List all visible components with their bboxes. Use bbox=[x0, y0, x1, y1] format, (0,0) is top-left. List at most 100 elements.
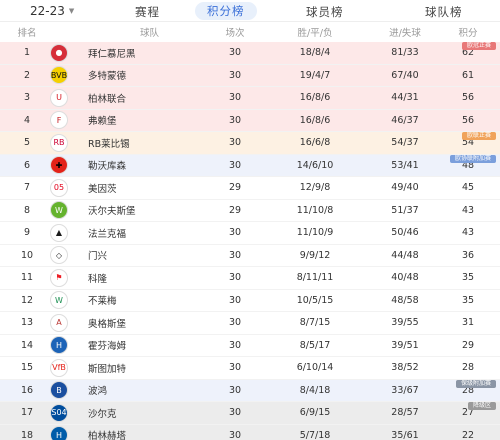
relegation-zone-tag: 降级区 bbox=[467, 402, 496, 410]
points-cell: 43 bbox=[461, 227, 475, 239]
points-cell: 35 bbox=[461, 294, 475, 306]
played-cell: 30 bbox=[228, 272, 242, 284]
mainz-logo-icon: 05 bbox=[50, 178, 68, 197]
team-name: 科隆 bbox=[88, 273, 108, 285]
rank-cell: 5 bbox=[23, 137, 31, 149]
played-cell: 30 bbox=[228, 92, 242, 104]
header-goals: 进/失球 bbox=[389, 28, 421, 39]
wdl-cell: 14/6/10 bbox=[296, 159, 334, 171]
points-cell: 29 bbox=[461, 339, 475, 351]
header-points: 积分 bbox=[458, 28, 478, 39]
goals-cell: 40/48 bbox=[391, 272, 419, 284]
table-header: 排名 球队 场次 胜/平/负 进/失球 积分 bbox=[0, 22, 500, 42]
played-cell: 30 bbox=[228, 294, 242, 306]
gladbach-logo-icon: ◇ bbox=[50, 246, 68, 265]
goals-cell: 67/40 bbox=[391, 69, 419, 81]
played-cell: 30 bbox=[228, 317, 242, 329]
header-rank: 排名 bbox=[17, 28, 37, 39]
played-cell: 29 bbox=[228, 204, 242, 216]
header-team: 球队 bbox=[140, 28, 160, 39]
table-row[interactable]: 11 ⚑ 科隆 30 8/11/11 40/48 35 bbox=[0, 267, 500, 290]
rank-cell: 8 bbox=[23, 204, 31, 216]
playoff-zone-tag: 保级附加赛 bbox=[455, 379, 496, 388]
leipzig-logo-icon: RB bbox=[50, 133, 68, 152]
rank-cell: 9 bbox=[23, 227, 31, 239]
bayern-logo-icon: ● bbox=[50, 43, 68, 62]
wdl-cell: 8/5/17 bbox=[299, 339, 331, 351]
dortmund-logo-icon: BVB bbox=[50, 66, 68, 85]
table-row[interactable]: 12 W 不莱梅 30 10/5/15 48/58 35 bbox=[0, 290, 500, 312]
augsburg-logo-icon: A bbox=[50, 313, 68, 332]
table-row[interactable]: 7 05 美因茨 29 12/9/8 49/40 45 bbox=[0, 177, 500, 200]
table-row[interactable]: 8 W 沃尔夫斯堡 29 11/10/8 51/37 43 bbox=[0, 200, 500, 222]
table-row[interactable]: 18 H 柏林赫塔 30 5/7/18 35/61 22 bbox=[0, 424, 500, 440]
goals-cell: 28/57 bbox=[391, 407, 419, 419]
table-row[interactable]: 3 U 柏林联合 30 16/8/6 44/31 56 bbox=[0, 87, 500, 110]
team-name: 柏林联合 bbox=[88, 93, 127, 105]
wdl-cell: 5/7/18 bbox=[299, 429, 331, 440]
goals-cell: 35/61 bbox=[391, 429, 419, 440]
rank-cell: 14 bbox=[20, 339, 34, 351]
goals-cell: 44/48 bbox=[391, 249, 419, 261]
rank-cell: 17 bbox=[20, 407, 34, 419]
rank-cell: 4 bbox=[23, 114, 31, 126]
goals-cell: 44/31 bbox=[391, 92, 419, 104]
goals-cell: 46/37 bbox=[391, 114, 419, 126]
union-berlin-logo-icon: U bbox=[50, 88, 68, 107]
points-cell: 35 bbox=[461, 272, 475, 284]
tab-player-stats[interactable]: 球员榜 bbox=[306, 4, 344, 20]
freiburg-logo-icon: F bbox=[50, 111, 68, 130]
table-row[interactable]: 14 H 霍芬海姆 30 8/5/17 39/51 29 bbox=[0, 335, 500, 357]
table-row[interactable]: 2 BVB 多特蒙德 30 19/4/7 67/40 61 bbox=[0, 64, 500, 87]
points-cell: 36 bbox=[461, 249, 475, 261]
table-row[interactable]: 6 ✚ 勒沃库森 30 14/6/10 53/41 48 欧协联附加赛 bbox=[0, 154, 500, 177]
table-row[interactable]: 13 A 奥格斯堡 30 8/7/15 39/55 31 bbox=[0, 312, 500, 335]
leverkusen-logo-icon: ✚ bbox=[50, 156, 68, 175]
table-row[interactable]: 10 ◇ 门兴 30 9/9/12 44/48 36 bbox=[0, 245, 500, 267]
rank-cell: 15 bbox=[20, 362, 34, 374]
played-cell: 30 bbox=[228, 114, 242, 126]
stuttgart-logo-icon: VfB bbox=[50, 358, 68, 377]
team-name: 沙尔克 bbox=[88, 408, 117, 420]
bochum-logo-icon: B bbox=[50, 381, 68, 400]
table-row[interactable]: 17 S04 沙尔克 30 6/9/15 28/57 27 降级区 bbox=[0, 402, 500, 425]
season-selector[interactable]: 22-23 ▼ bbox=[30, 4, 74, 18]
played-cell: 30 bbox=[228, 47, 242, 59]
wdl-cell: 19/4/7 bbox=[299, 69, 331, 81]
tab-schedule[interactable]: 赛程 bbox=[135, 4, 160, 20]
tab-team-stats[interactable]: 球队榜 bbox=[425, 4, 463, 20]
tab-standings[interactable]: 积分榜 bbox=[195, 2, 257, 20]
points-cell: 56 bbox=[461, 92, 475, 104]
table-row[interactable]: 9 ▲ 法兰克福 30 11/10/9 50/46 43 bbox=[0, 222, 500, 245]
points-cell: 28 bbox=[461, 362, 475, 374]
points-cell: 22 bbox=[461, 429, 475, 440]
wdl-cell: 8/11/11 bbox=[296, 272, 334, 284]
table-row[interactable]: 15 VfB 斯图加特 30 6/10/14 38/52 28 bbox=[0, 357, 500, 380]
played-cell: 30 bbox=[228, 159, 242, 171]
table-row[interactable]: 16 B 波鸿 30 8/4/18 33/67 28 保级附加赛 bbox=[0, 379, 500, 402]
goals-cell: 50/46 bbox=[391, 227, 419, 239]
wdl-cell: 6/10/14 bbox=[296, 362, 334, 374]
rank-cell: 1 bbox=[23, 47, 31, 59]
points-cell: 31 bbox=[461, 317, 475, 329]
played-cell: 30 bbox=[228, 137, 242, 149]
played-cell: 30 bbox=[228, 362, 242, 374]
goals-cell: 38/52 bbox=[391, 362, 419, 374]
goals-cell: 39/51 bbox=[391, 339, 419, 351]
team-name: 霍芬海姆 bbox=[88, 341, 127, 353]
wdl-cell: 11/10/8 bbox=[296, 204, 334, 216]
wdl-cell: 8/7/15 bbox=[299, 317, 331, 329]
hertha-logo-icon: H bbox=[50, 426, 68, 440]
rank-cell: 18 bbox=[20, 429, 34, 440]
rank-cell: 16 bbox=[20, 384, 34, 396]
top-bar: 22-23 ▼ 赛程 积分榜 球员榜 球队榜 bbox=[0, 0, 500, 22]
team-name: 多特蒙德 bbox=[88, 71, 127, 83]
points-cell: 45 bbox=[461, 182, 475, 194]
team-name: 弗赖堡 bbox=[88, 116, 117, 128]
table-row[interactable]: 4 F 弗赖堡 30 16/8/6 46/37 56 bbox=[0, 109, 500, 132]
rank-cell: 11 bbox=[20, 272, 34, 284]
table-row[interactable]: 5 RB RB莱比锡 30 16/6/8 54/37 54 欧联正赛 bbox=[0, 132, 500, 155]
team-name: 门兴 bbox=[88, 251, 108, 263]
played-cell: 29 bbox=[228, 182, 242, 194]
table-row[interactable]: 1 ● 拜仁慕尼黑 30 18/8/4 81/33 62 欧冠正赛 bbox=[0, 42, 500, 65]
